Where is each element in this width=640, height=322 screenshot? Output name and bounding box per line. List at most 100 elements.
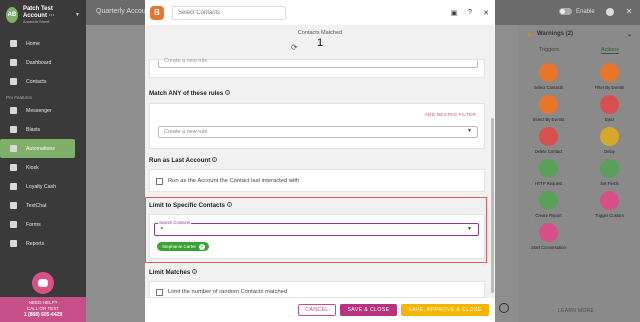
limit-contacts-title-text: Limit to Specific Contacts xyxy=(149,202,225,209)
sidebar-item-label: Loyalty Cash xyxy=(26,183,56,190)
actions-panel: ▲ Warnings (2) ⌄ Triggers Actions Select… xyxy=(518,25,640,322)
add-nested-filter-button[interactable]: ADD NESTED FILTER xyxy=(425,112,476,117)
messenger-icon xyxy=(10,107,17,114)
toggle-switch[interactable] xyxy=(559,8,572,15)
action-tile[interactable]: HTTP Request xyxy=(518,159,579,186)
action-label: Delete Contact xyxy=(534,149,563,154)
action-label: HTTP Request xyxy=(534,181,563,186)
sidebar-item-label: Home xyxy=(26,40,40,47)
action-icon xyxy=(600,191,619,210)
reports-icon xyxy=(10,240,17,247)
enable-toggle[interactable]: Enable xyxy=(559,8,595,15)
sidebar-item-label: Contacts xyxy=(26,78,47,85)
sidebar-item-label: Reports xyxy=(26,240,45,247)
tab-triggers[interactable]: Triggers xyxy=(539,47,559,53)
action-tile[interactable]: Eject xyxy=(579,95,640,122)
action-icon xyxy=(600,127,619,146)
remove-chip-icon[interactable]: × xyxy=(199,243,206,250)
sidebar-item-label: Forms xyxy=(26,221,41,228)
action-icon xyxy=(600,63,619,82)
sidebar-item-dashboard[interactable]: Dashboard xyxy=(0,53,86,72)
limit-matches-checkbox[interactable] xyxy=(156,289,163,296)
home-icon xyxy=(10,40,17,47)
save-icon[interactable]: ▣ xyxy=(450,9,458,17)
action-grid: Select Contacts Filter By Events Select By… xyxy=(518,57,640,250)
search-contacts-label: Search Contacts xyxy=(158,220,191,225)
info-icon[interactable]: i xyxy=(225,90,231,95)
caret-down-icon[interactable]: ▼ xyxy=(467,226,472,232)
refresh-icon[interactable]: ⟳ xyxy=(291,43,298,52)
limit-matches-checkbox-label: Limit the number of random Contacts matc… xyxy=(168,289,288,295)
help-icon[interactable]: ? xyxy=(466,9,474,17)
sidebar-item-label: Automations xyxy=(26,145,55,152)
create-rule-placeholder: Create a new rule xyxy=(164,129,208,135)
save-close-button[interactable]: SAVE & CLOSE xyxy=(340,304,397,316)
brand-logo: B xyxy=(150,5,164,20)
select-contacts-modal: B ▣ ? ✕ Contacts Matched 1 ⟳ Create a ne… xyxy=(145,0,495,322)
action-tile[interactable]: Select By Events xyxy=(518,95,579,122)
sidebar-item-forms[interactable]: Forms xyxy=(0,215,86,234)
help-icon[interactable] xyxy=(606,8,614,16)
zoom-icon[interactable] xyxy=(499,303,509,313)
run-as-checkbox[interactable] xyxy=(156,178,163,185)
close-icon[interactable]: ✕ xyxy=(625,8,633,16)
sidebar-item-messenger[interactable]: Messenger xyxy=(0,101,86,120)
contacts-matched-label: Contacts Matched xyxy=(297,30,343,36)
search-contacts-input[interactable]: ⌕ ▼ xyxy=(154,223,479,236)
info-icon[interactable]: i xyxy=(212,157,218,162)
action-tile[interactable]: Delay xyxy=(579,127,640,154)
action-tile[interactable]: Delete Contact xyxy=(518,127,579,154)
contacts-icon xyxy=(10,78,17,85)
create-rule-select-top[interactable]: Create a new rule xyxy=(158,58,478,68)
limit-contacts-title: Limit to Specific Contacts i xyxy=(149,202,232,209)
account-user: Amanda Sheet xyxy=(22,18,50,24)
limit-matches-title-text: Limit Matches xyxy=(149,269,191,276)
chat-launcher-button[interactable] xyxy=(32,272,54,294)
account-switcher[interactable]: AB Patch Test Account ··· Amanda Sheet ▼ xyxy=(0,0,86,30)
warning-icon: ▲ xyxy=(526,30,533,38)
run-as-checkbox-label: Run as the Account the Contact last inte… xyxy=(168,178,300,184)
help-banner[interactable]: NEED HELP? CALL OR TEXT 1 (888) 605-4429 xyxy=(0,297,86,322)
sidebar-item-textchat[interactable]: TextChat xyxy=(0,196,86,215)
tab-actions[interactable]: Actions xyxy=(600,47,619,54)
help-phone: 1 (888) 605-4429 xyxy=(23,311,63,318)
close-icon[interactable]: ✕ xyxy=(482,9,490,17)
action-icon xyxy=(539,159,558,178)
action-tile[interactable]: Trigger Custom xyxy=(579,191,640,218)
automation-title: Quarterly Accou xyxy=(96,8,146,15)
sidebar-item-kiosk[interactable]: Kiosk xyxy=(0,158,86,177)
action-tile[interactable]: Filter By Events xyxy=(579,63,640,90)
sidebar-item-home[interactable]: Home xyxy=(0,34,86,53)
action-tile[interactable]: Select Contacts xyxy=(518,63,579,90)
warnings-label: Warnings (2) xyxy=(536,31,574,37)
sidebar-section-label: Pro Features xyxy=(6,95,33,100)
create-rule-select[interactable]: Create a new rule ▼ xyxy=(158,126,478,138)
forms-icon xyxy=(10,221,17,228)
info-icon[interactable]: i xyxy=(226,202,232,207)
modal-title-input[interactable] xyxy=(172,5,286,20)
enable-label: Enable xyxy=(576,8,595,15)
sidebar-item-loyalty-cash[interactable]: Loyalty Cash xyxy=(0,177,86,196)
action-tile[interactable]: Create Report xyxy=(518,191,579,218)
action-tile[interactable]: Set Fields xyxy=(579,159,640,186)
learn-more-link[interactable]: LEARN MORE xyxy=(558,308,594,314)
search-icon: ⌕ xyxy=(160,225,164,232)
create-rule-placeholder: Create a new rule xyxy=(164,58,208,64)
info-icon[interactable]: i xyxy=(192,269,198,274)
dashboard-icon xyxy=(10,59,17,66)
limit-contacts-card xyxy=(149,214,485,259)
chat-bubble-icon xyxy=(10,202,17,209)
sidebar-item-reports[interactable]: Reports xyxy=(0,234,86,253)
action-icon xyxy=(539,63,558,82)
sidebar-item-automations[interactable]: Automations xyxy=(0,139,75,158)
chevron-down-icon: ▼ xyxy=(75,12,80,18)
save-approve-close-button[interactable]: SAVE, APPROVE & CLOSE xyxy=(401,304,489,316)
sidebar-item-contacts[interactable]: Contacts xyxy=(0,72,86,91)
action-label: Create Report xyxy=(535,213,562,218)
sidebar-item-blasts[interactable]: Blasts xyxy=(0,120,86,139)
modal-scrollbar[interactable] xyxy=(491,118,494,293)
action-label: Filter By Events xyxy=(594,85,625,90)
warnings-header[interactable]: ▲ Warnings (2) ⌄ xyxy=(518,25,640,43)
action-tile[interactable]: Start Conversation xyxy=(518,223,579,250)
cancel-button[interactable]: CANCEL xyxy=(298,304,336,316)
